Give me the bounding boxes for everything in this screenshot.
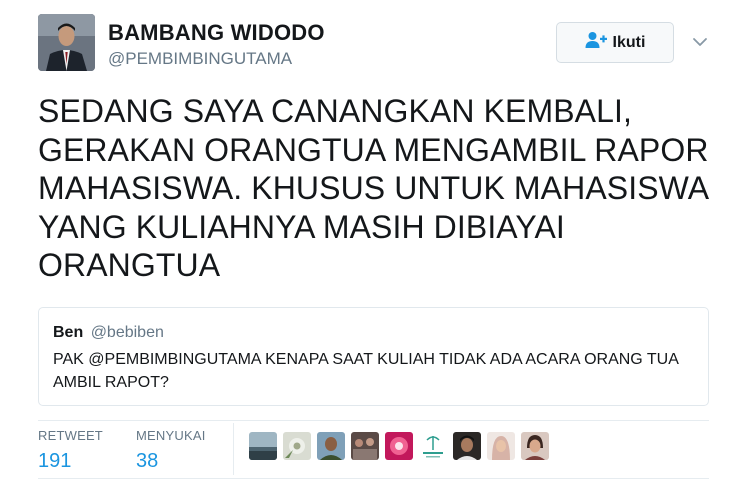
likes-label: MENYUKAI <box>136 428 206 443</box>
follow-button[interactable]: Ikuti <box>556 22 674 63</box>
liker-avatar-4[interactable] <box>351 432 379 460</box>
likes-count: 38 <box>136 450 159 472</box>
liker-avatar-5[interactable] <box>385 432 413 460</box>
tweet-text: SEDANG SAYA CANANGKAN KEMBALI, GERAKAN O… <box>38 93 709 283</box>
likers-list <box>249 432 549 460</box>
liker-avatar-3[interactable] <box>317 432 345 460</box>
likes-stat[interactable]: MENYUKAI 38 <box>136 428 206 473</box>
follow-button-label: Ikuti <box>612 33 646 51</box>
quoted-tweet-username: @bebiben <box>90 324 164 341</box>
retweet-stat[interactable]: RETWEET 191 <box>38 428 103 473</box>
add-user-icon <box>585 31 607 54</box>
stats-divider <box>38 420 709 421</box>
quoted-tweet-text: PAK @PEMBIMBINGUTAMA KENAPA SAAT KULIAH … <box>53 351 679 391</box>
author-username[interactable]: @PEMBIMBINGUTAMA <box>108 49 292 69</box>
retweet-count: 191 <box>38 450 72 472</box>
liker-avatar-7[interactable] <box>453 432 481 460</box>
author-avatar[interactable] <box>38 14 95 71</box>
liker-avatar-1[interactable] <box>249 432 277 460</box>
liker-avatar-8[interactable] <box>487 432 515 460</box>
liker-avatar-2[interactable] <box>283 432 311 460</box>
quoted-tweet-header: Ben @bebiben <box>53 324 164 342</box>
quoted-tweet[interactable]: Ben @bebiben PAK @PEMBIMBINGUTAMA KENAPA… <box>38 307 709 406</box>
quoted-tweet-name: Ben <box>53 324 84 341</box>
stats-separator <box>233 423 234 475</box>
liker-avatar-9[interactable] <box>521 432 549 460</box>
author-display-name[interactable]: BAMBANG WIDODO <box>108 20 325 46</box>
chevron-down-icon[interactable] <box>690 32 710 52</box>
liker-avatar-6[interactable] <box>419 432 447 460</box>
retweet-label: RETWEET <box>38 428 103 443</box>
stats-divider-bottom <box>38 478 709 479</box>
